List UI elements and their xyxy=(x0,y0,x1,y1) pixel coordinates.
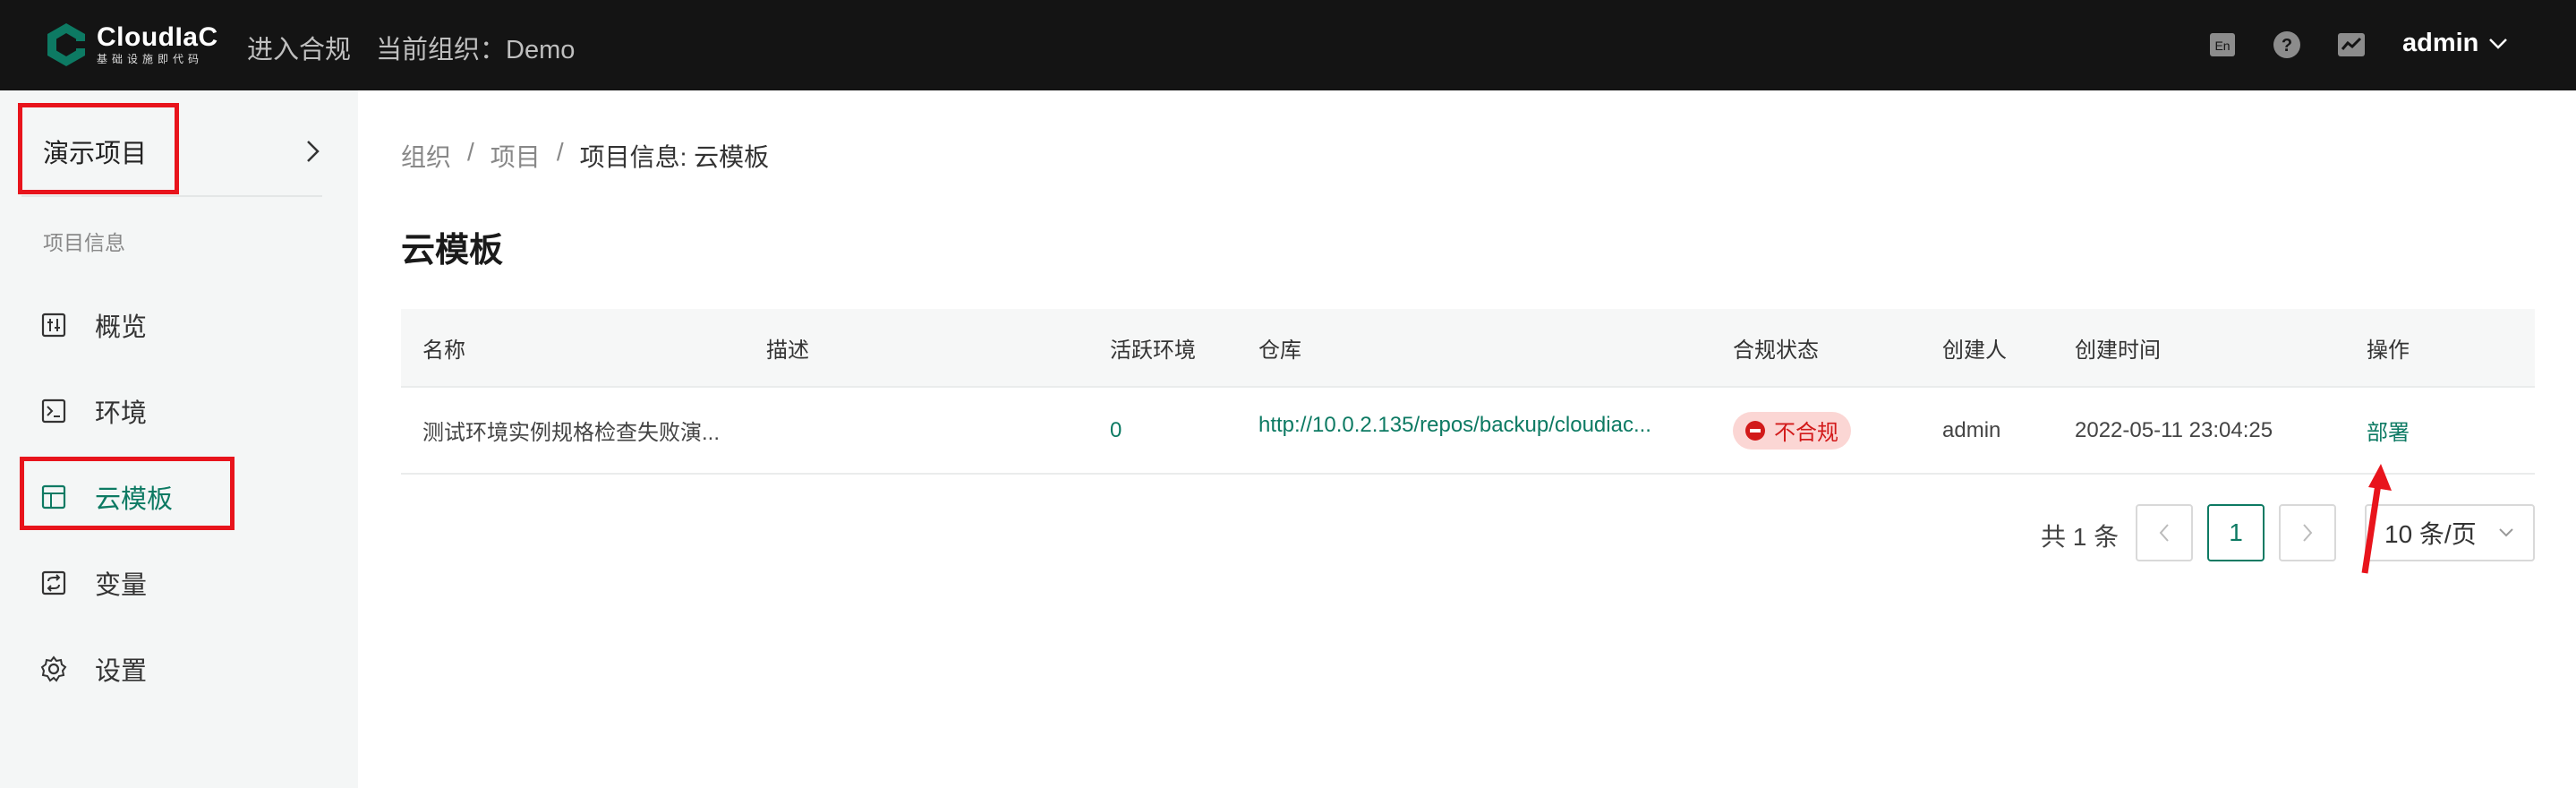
breadcrumb-separator: / xyxy=(556,138,564,166)
sidebar-item-label: 环境 xyxy=(95,399,148,428)
column-header-active-envs: 活跃环境 xyxy=(1110,338,1196,363)
sidebar-item-label: 设置 xyxy=(95,657,148,686)
column-header-creator: 创建人 xyxy=(1942,338,2007,363)
top-header: CloudIaC 基础设施即代码 进入合规 当前组织：Demo En ? adm… xyxy=(0,0,2576,90)
templates-table: 名称 描述 活跃环境 仓库 合规状态 创建人 创建时间 操作 测试环境实例规格检… xyxy=(401,309,2535,475)
cloudiac-logo[interactable]: CloudIaC 基础设施即代码 xyxy=(43,21,218,68)
stop-icon xyxy=(1745,420,1765,441)
current-org-selector[interactable]: 当前组织：Demo xyxy=(376,29,575,66)
sidebar-item-label: 变量 xyxy=(95,571,148,600)
breadcrumb: 组织 / 项目 / 项目信息: 云模板 xyxy=(401,138,769,174)
chevron-down-icon xyxy=(2499,528,2513,537)
breadcrumb-project[interactable]: 项目 xyxy=(490,138,541,174)
pagination-total: 共 1 条 xyxy=(2041,523,2120,551)
pagination-prev-button[interactable] xyxy=(2136,504,2193,561)
created-at: 2022-05-11 23:04:25 xyxy=(2075,417,2273,442)
chevron-left-icon xyxy=(2159,524,2169,542)
sidebar-item-settings[interactable]: 设置 xyxy=(39,642,335,696)
repo-link[interactable]: http://10.0.2.135/repos/backup/cloudiac.… xyxy=(1258,413,1651,438)
compliance-status-text: 不合规 xyxy=(1774,421,1838,445)
project-selector[interactable]: 演示项目 xyxy=(21,107,322,196)
pagination-page-1[interactable]: 1 xyxy=(2207,504,2265,561)
active-env-count-link[interactable]: 0 xyxy=(1110,418,1122,443)
sidebar-item-overview[interactable]: 概览 xyxy=(39,298,335,352)
sidebar-item-label: 云模板 xyxy=(95,485,174,514)
sidebar-item-variables[interactable]: 变量 xyxy=(39,556,335,610)
breadcrumb-separator: / xyxy=(467,138,474,166)
chevron-down-icon xyxy=(2489,38,2508,49)
brand-name: CloudIaC xyxy=(97,22,218,52)
page-title: 云模板 xyxy=(401,232,504,270)
sidebar-item-environment[interactable]: 环境 xyxy=(39,384,335,438)
language-toggle-icon[interactable]: En xyxy=(2207,30,2238,60)
user-menu[interactable]: admin xyxy=(2402,29,2509,58)
terminal-icon xyxy=(39,397,68,425)
sidebar: 演示项目 项目信息 概览 环境 云模板 变量 设置 xyxy=(0,90,358,788)
username: admin xyxy=(2402,29,2479,57)
breadcrumb-current: 项目信息: 云模板 xyxy=(579,143,770,171)
breadcrumb-org[interactable]: 组织 xyxy=(401,138,451,174)
chevron-right-icon xyxy=(307,141,320,162)
divider xyxy=(21,195,322,197)
svg-text:En: En xyxy=(2214,39,2230,53)
project-name: 演示项目 xyxy=(43,140,148,168)
column-header-repo: 仓库 xyxy=(1258,338,1301,363)
monitor-chart-icon[interactable] xyxy=(2336,30,2367,60)
cloudiac-logo-icon xyxy=(47,23,88,66)
pagination-next-button[interactable] xyxy=(2279,504,2336,561)
table-row: 测试环境实例规格检查失败演... 0 http://10.0.2.135/rep… xyxy=(401,388,2535,475)
sidebar-item-label: 概览 xyxy=(95,313,148,342)
column-header-actions: 操作 xyxy=(2367,338,2410,363)
help-icon[interactable]: ? xyxy=(2272,30,2302,60)
chevron-right-icon xyxy=(2303,524,2313,542)
sidebar-item-cloud-template[interactable]: 云模板 xyxy=(39,470,335,524)
template-name: 测试环境实例规格检查失败演... xyxy=(422,421,721,445)
column-header-description: 描述 xyxy=(766,338,809,363)
deploy-button[interactable]: 部署 xyxy=(2367,415,2410,446)
variable-icon xyxy=(39,569,68,597)
column-header-compliance: 合规状态 xyxy=(1733,338,1819,363)
gear-icon xyxy=(39,655,68,683)
table-header: 名称 描述 活跃环境 仓库 合规状态 创建人 创建时间 操作 xyxy=(401,309,2535,388)
svg-text:?: ? xyxy=(2282,36,2292,56)
enter-compliance-link[interactable]: 进入合规 xyxy=(247,29,351,66)
brand-subtitle: 基础设施即代码 xyxy=(97,53,204,65)
compliance-status-badge[interactable]: 不合规 xyxy=(1733,411,1851,450)
column-header-name: 名称 xyxy=(422,338,465,363)
annotation-arrow xyxy=(2361,464,2392,574)
overview-icon xyxy=(39,311,68,339)
template-icon xyxy=(39,483,68,511)
column-header-created-at: 创建时间 xyxy=(2075,338,2161,363)
section-title: 项目信息 xyxy=(43,231,125,254)
creator: admin xyxy=(1942,417,2001,442)
